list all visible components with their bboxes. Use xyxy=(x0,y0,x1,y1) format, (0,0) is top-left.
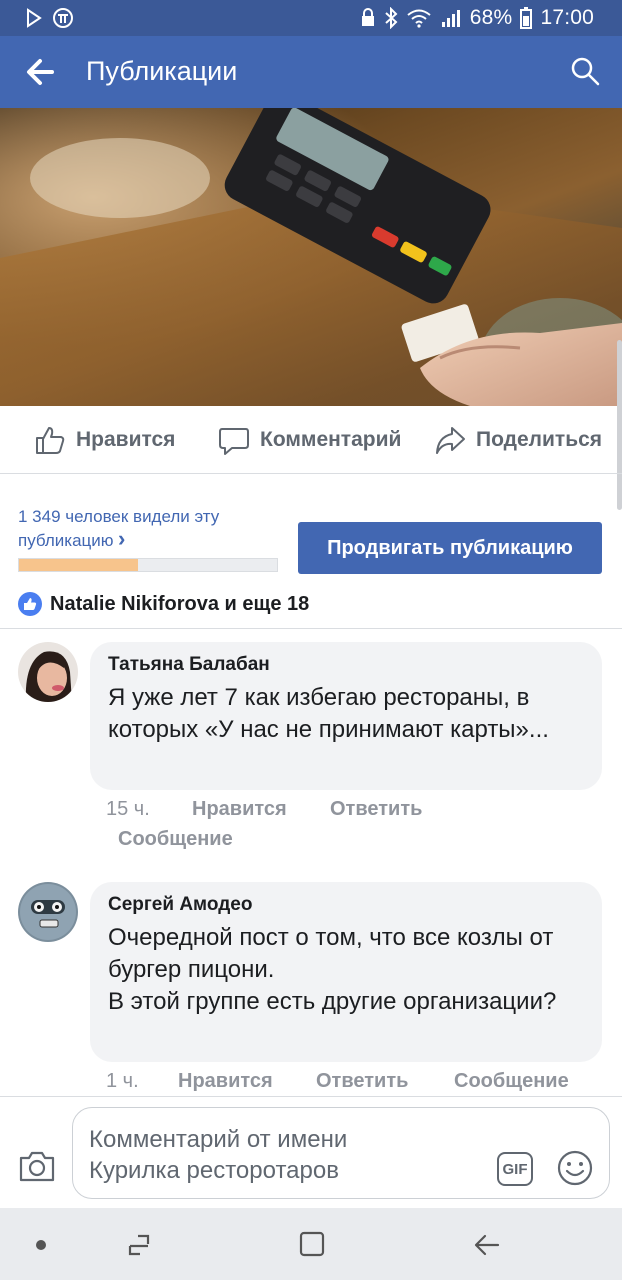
thumbs-up-icon xyxy=(36,427,65,454)
card-terminal-illustration xyxy=(0,108,622,406)
search-icon xyxy=(571,57,600,86)
home-button[interactable] xyxy=(298,1230,326,1258)
promote-button[interactable]: Продвигать публикацию xyxy=(298,522,602,574)
comment-message-link[interactable]: Сообщение xyxy=(118,828,233,851)
camera-icon xyxy=(19,1151,55,1182)
reactions-text: Natalie Nikiforova и еще 18 xyxy=(50,592,310,615)
post-image[interactable] xyxy=(0,108,622,406)
pi-icon xyxy=(53,8,73,28)
comment-text: Я уже лет 7 как избегаю рестораны, в кот… xyxy=(108,684,549,743)
status-left xyxy=(26,7,74,29)
views-link[interactable]: 1 349 человек видели эту публикацию › xyxy=(18,506,278,552)
comment-message-link[interactable]: Сообщение xyxy=(454,1070,569,1093)
camera-button[interactable] xyxy=(18,1149,56,1183)
divider xyxy=(0,628,622,629)
search-button[interactable] xyxy=(568,54,602,88)
status-right: 68% 17:00 xyxy=(360,6,594,30)
emoji-button[interactable] xyxy=(557,1150,593,1186)
reach-progress-fill xyxy=(19,559,138,571)
system-nav-bar xyxy=(0,1208,622,1280)
post-actions: Нравится Комментарий Поделиться xyxy=(0,406,622,474)
home-square-icon xyxy=(299,1231,325,1257)
bluetooth-icon xyxy=(385,7,398,29)
comment-button[interactable]: Комментарий xyxy=(218,424,401,456)
smiley-icon xyxy=(557,1150,593,1186)
app-bar: Публикации xyxy=(0,36,622,108)
chevron-right-icon: › xyxy=(118,526,126,551)
like-button[interactable]: Нравится xyxy=(34,424,175,456)
comment-like-link[interactable]: Нравится xyxy=(178,1070,273,1093)
recent-apps-button[interactable] xyxy=(124,1230,154,1260)
comment-time: 15 ч. xyxy=(106,798,150,820)
comment-composer-bar: Комментарий от имени Курилка ресторотаро… xyxy=(0,1096,622,1208)
share-icon xyxy=(436,427,465,454)
comment-author[interactable]: Сергей Амодео xyxy=(108,894,584,916)
battery-icon xyxy=(520,7,533,29)
comment-author[interactable]: Татьяна Балабан xyxy=(108,654,584,676)
play-icon xyxy=(27,8,42,28)
arrow-left-icon xyxy=(27,59,54,85)
status-bar: 68% 17:00 xyxy=(0,0,622,36)
comment-bubble[interactable]: Татьяна Балабан Я уже лет 7 как избегаю … xyxy=(90,642,602,790)
comment-time: 1 ч. xyxy=(106,1070,139,1092)
avatar[interactable] xyxy=(18,882,78,942)
like-reaction-icon xyxy=(18,592,42,616)
comment-bubble[interactable]: Сергей Амодео Очередной пост о том, что … xyxy=(90,882,602,1062)
comment-label: Комментарий xyxy=(260,428,402,451)
page-title: Публикации xyxy=(86,56,238,86)
gif-button[interactable]: GIF xyxy=(497,1152,533,1186)
recent-apps-icon xyxy=(128,1234,150,1256)
comment-text: Очередной пост о том, что все козлы от б… xyxy=(108,924,557,1015)
comment-placeholder: Комментарий от имени Курилка ресторотаро… xyxy=(89,1126,348,1184)
comment-reply-link[interactable]: Ответить xyxy=(330,798,422,821)
battery-percent: 68% xyxy=(469,6,513,29)
share-button[interactable]: Поделиться xyxy=(434,424,602,456)
comment-icon xyxy=(219,428,249,455)
comment-reply-link[interactable]: Ответить xyxy=(316,1070,408,1093)
comment-input[interactable]: Комментарий от имени Курилка ресторотаро… xyxy=(72,1107,610,1199)
back-arrow-icon xyxy=(474,1234,500,1256)
reactions-summary[interactable]: Natalie Nikiforova и еще 18 xyxy=(18,592,309,616)
avatar[interactable] xyxy=(18,642,78,702)
share-label: Поделиться xyxy=(476,428,603,451)
comment-like-link[interactable]: Нравится xyxy=(192,798,287,821)
wifi-icon xyxy=(407,9,431,28)
back-button[interactable] xyxy=(22,54,62,90)
signal-icon xyxy=(441,10,460,27)
lock-icon xyxy=(361,8,374,26)
nav-dot-icon[interactable] xyxy=(36,1240,46,1250)
clock: 17:00 xyxy=(540,6,594,29)
like-label: Нравится xyxy=(76,428,176,451)
system-back-button[interactable] xyxy=(472,1230,502,1260)
reach-progress-bar xyxy=(18,558,278,572)
